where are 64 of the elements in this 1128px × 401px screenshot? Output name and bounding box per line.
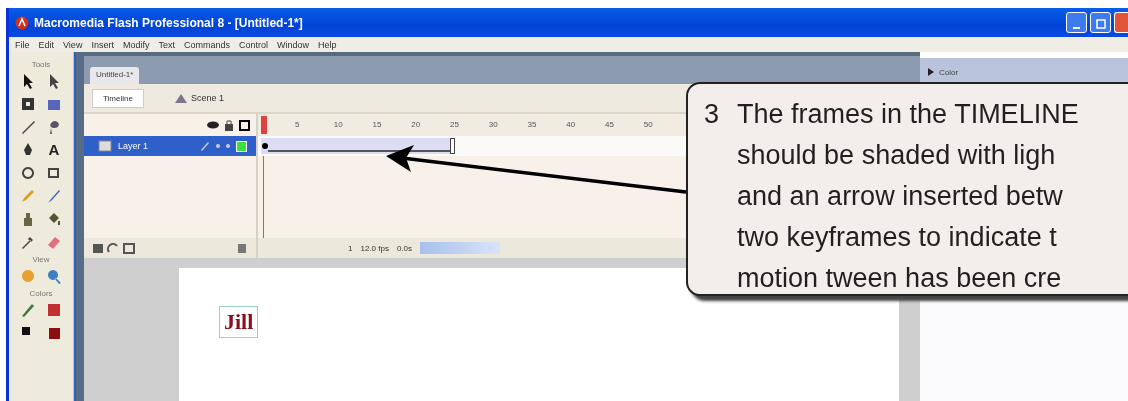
colors-title: Colors: [29, 289, 53, 298]
frame-number: 40: [566, 120, 576, 129]
menu-item[interactable]: Edit: [38, 39, 55, 50]
menu-item[interactable]: Commands: [183, 39, 230, 50]
stroke-color-icon[interactable]: [19, 301, 37, 319]
outline-icon[interactable]: [239, 119, 250, 131]
menu-item[interactable]: Modify: [122, 39, 150, 50]
expand-icon: [928, 68, 934, 76]
document-tab[interactable]: Untitled-1*: [90, 67, 140, 84]
timeline-button[interactable]: Timeline: [92, 88, 144, 108]
callout-text: The frames in the TIMELINE: [737, 98, 1079, 131]
layer-row[interactable]: Layer 1: [84, 136, 256, 156]
menu-item[interactable]: Help: [318, 39, 337, 50]
eye-icon[interactable]: [207, 120, 219, 130]
scene-icon: [173, 92, 188, 104]
frame-number: 50: [643, 120, 653, 129]
oval-tool-icon[interactable]: [19, 164, 37, 182]
close-button[interactable]: [1114, 12, 1128, 33]
window-title: Macromedia Flash Professional 8 - [Untitled-1*]: [34, 15, 303, 30]
tools-title: Tools: [31, 60, 51, 69]
maximize-button[interactable]: [1090, 12, 1111, 33]
menu-item[interactable]: Text: [158, 39, 175, 50]
callout-text: two keyframes to indicate t: [737, 221, 1058, 254]
callout-text: motion tween has been cre: [737, 262, 1063, 295]
layer-color-square[interactable]: [236, 140, 247, 152]
layer-name: Layer 1: [118, 141, 150, 151]
text-object: Jill: [219, 306, 259, 338]
zoom-tool-icon[interactable]: [45, 267, 63, 285]
lock-icon[interactable]: [224, 119, 234, 131]
view-title: View: [32, 255, 50, 264]
minimize-icon: [1073, 27, 1080, 29]
frame-number: 35: [527, 120, 537, 129]
elapsed-time: 0.0s: [396, 243, 413, 253]
frame-number: 20: [411, 120, 421, 129]
menu-item[interactable]: View: [63, 39, 83, 50]
text-tool[interactable]: A: [45, 141, 63, 159]
brush-tool-icon[interactable]: [45, 187, 63, 205]
keyframe-icon: [262, 143, 268, 149]
maximize-icon: [1095, 19, 1106, 29]
frame-number: 15: [372, 120, 382, 129]
fill-color-icon[interactable]: [45, 301, 63, 319]
pencil-icon: [200, 141, 210, 151]
trash-icon[interactable]: [236, 242, 248, 254]
scroll-bar[interactable]: [420, 242, 501, 254]
callout-text: should be shaded with ligh: [737, 139, 1057, 172]
callout-text: and an arrow inserted betw: [737, 180, 1064, 213]
scene-link[interactable]: Scene 1: [173, 92, 224, 104]
frame-number: 5: [295, 120, 300, 129]
frame-number: 10: [333, 120, 343, 129]
minimize-button[interactable]: [1066, 12, 1087, 33]
menu-item[interactable]: Control: [238, 39, 268, 50]
layer-icon: [98, 140, 112, 152]
frame-rate: 12.0 fps: [360, 243, 389, 253]
app-icon: [15, 15, 29, 30]
menu-item[interactable]: File: [15, 39, 30, 50]
menu-item[interactable]: Insert: [91, 39, 114, 50]
insert-layer-icon[interactable]: [92, 242, 136, 254]
frame-number: 30: [488, 120, 498, 129]
frame-number: 25: [450, 120, 459, 129]
frame-number: 45: [605, 120, 614, 129]
transform-tool-icon[interactable]: [19, 95, 37, 113]
step-number: 3: [704, 98, 720, 131]
current-frame: 1: [348, 243, 353, 253]
menu-item[interactable]: Window: [276, 39, 309, 50]
